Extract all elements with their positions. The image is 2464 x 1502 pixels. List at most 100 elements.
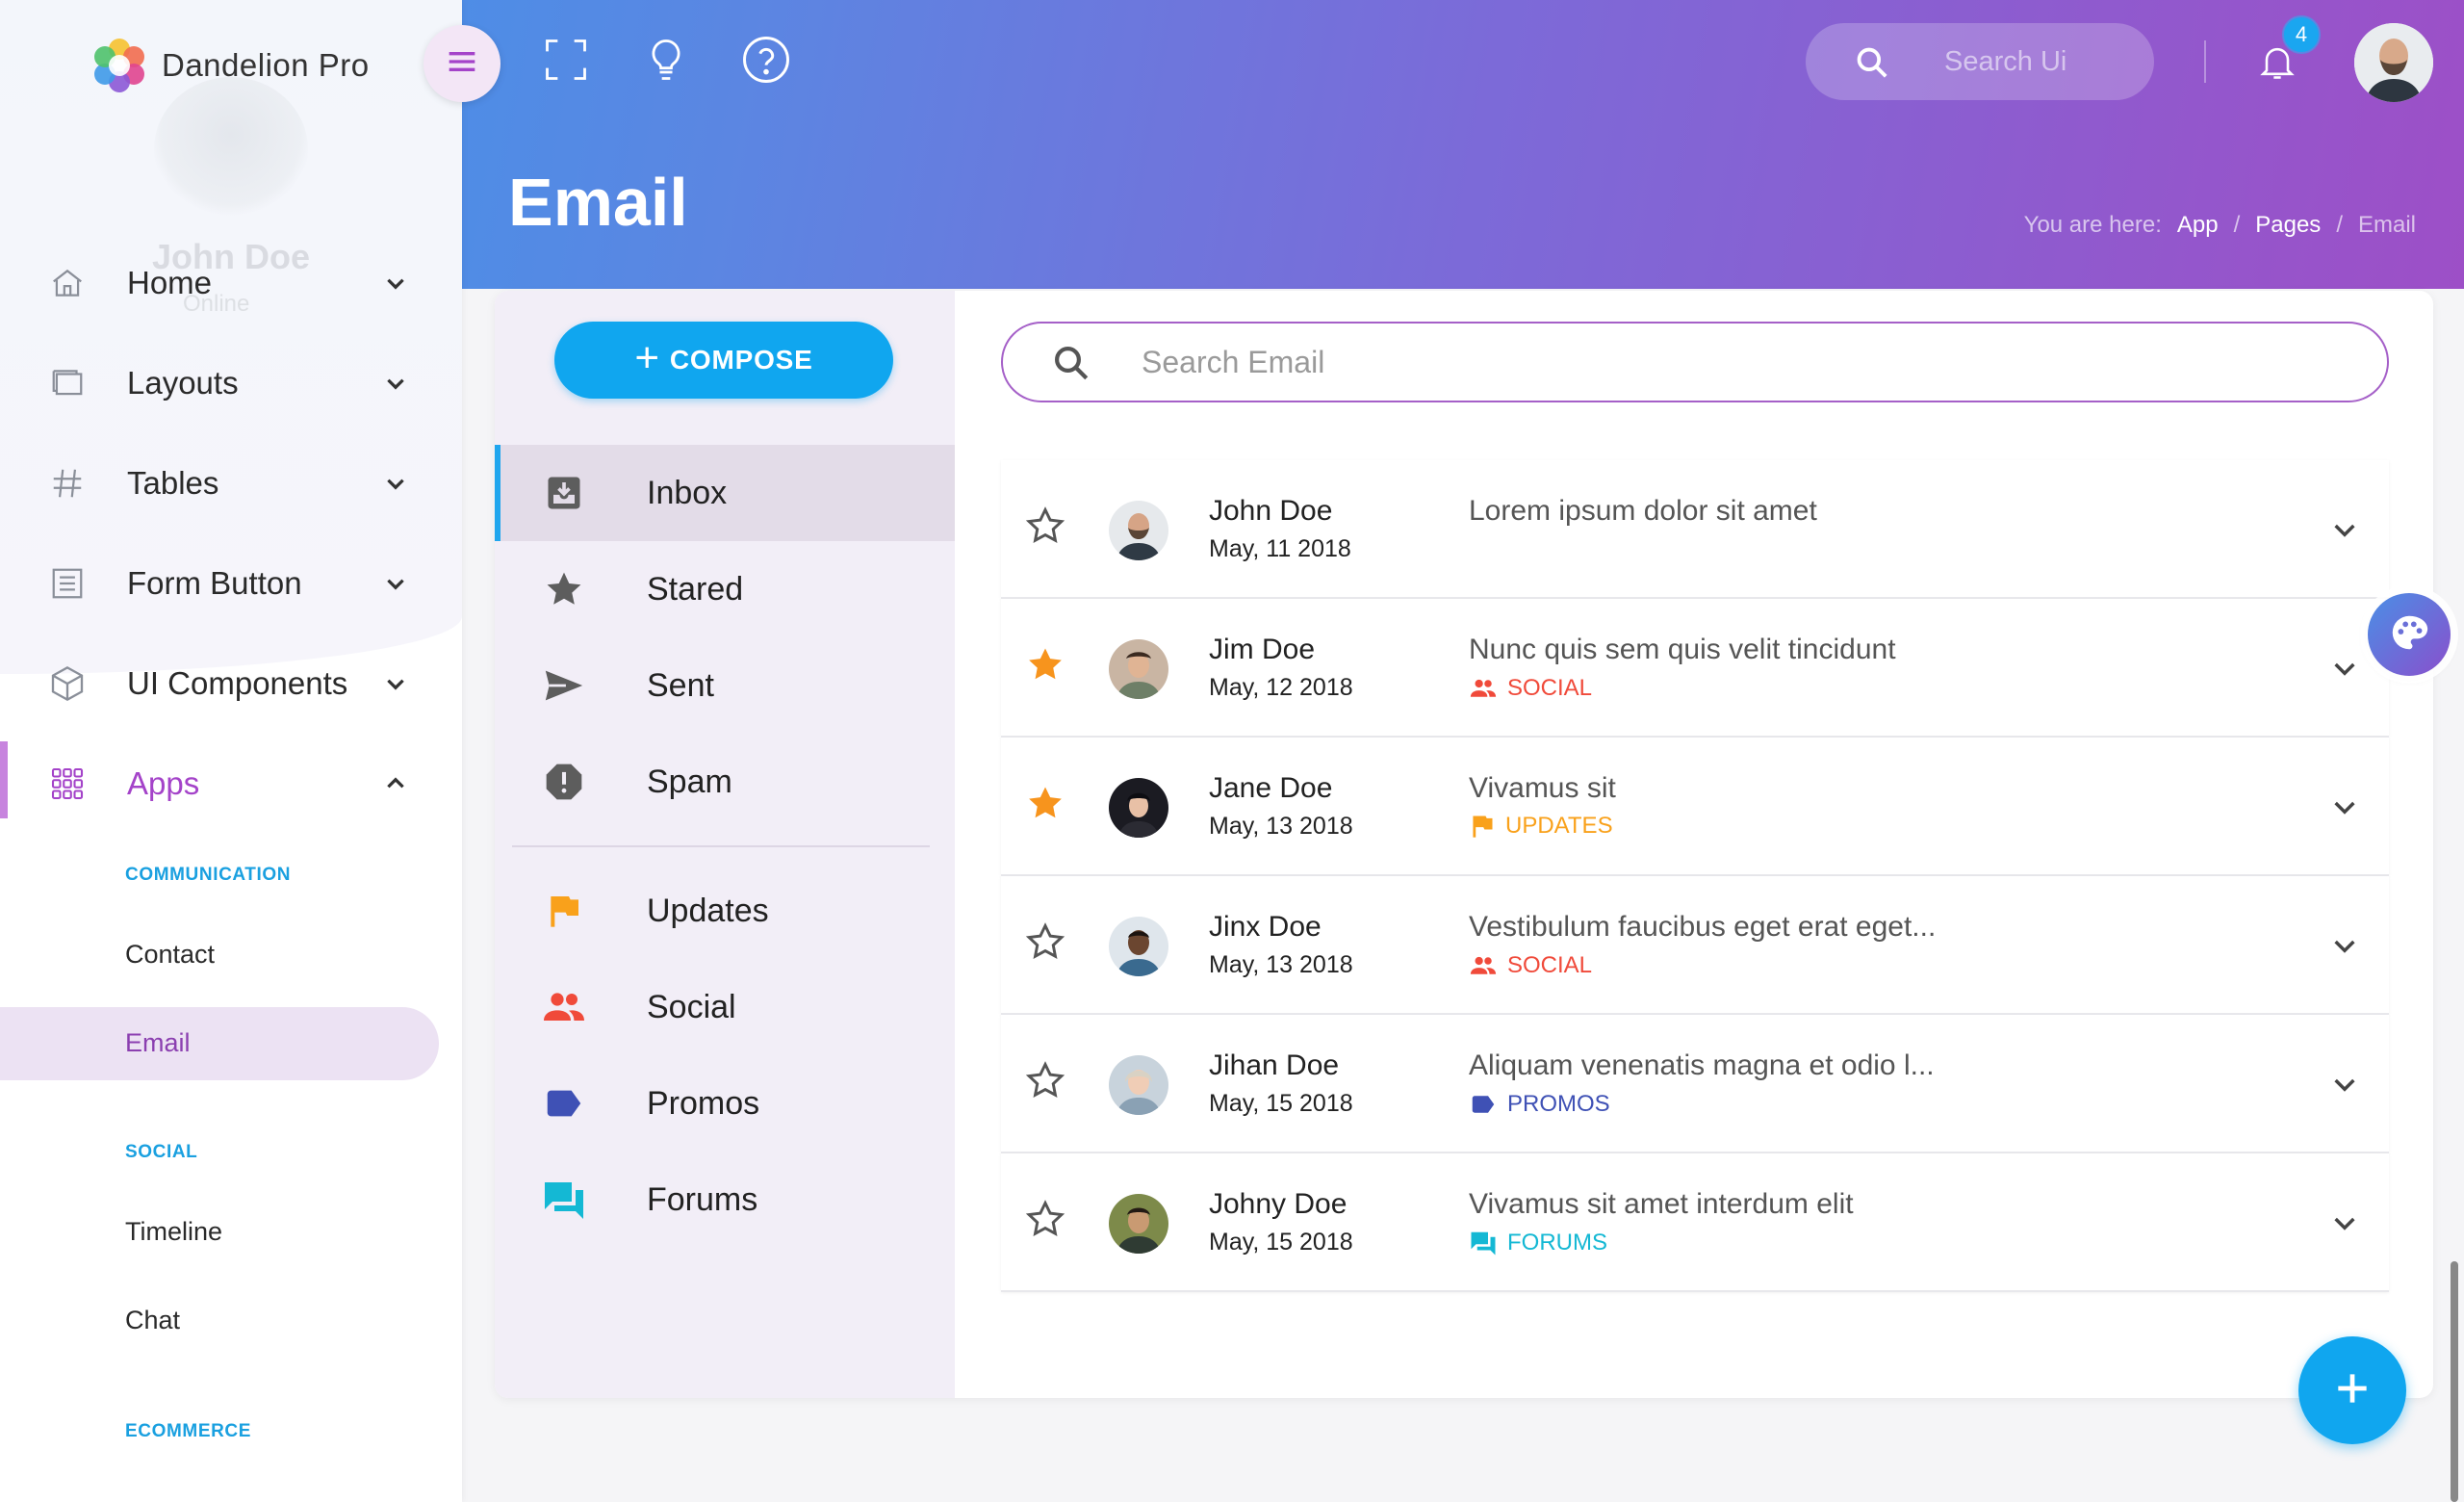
apps-grid-icon [48,764,87,803]
avatar [1109,1055,1168,1115]
lightbulb-icon [641,35,691,90]
folder-label: Inbox [647,474,728,511]
expand-chevron-icon[interactable] [2329,930,2360,961]
sidebar-item-form-button[interactable]: Form Button [0,545,462,622]
palette-icon [2387,610,2431,660]
folder-spam[interactable]: Spam [495,734,955,830]
people-icon [537,980,591,1034]
folder-inbox[interactable]: Inbox [495,445,955,541]
sidebar-item-layouts[interactable]: Layouts [0,345,462,422]
menu-toggle-button[interactable] [424,25,500,102]
list-icon [48,564,87,603]
email-search[interactable]: Search Email [1001,322,2389,402]
compose-button[interactable]: + COMPOSE [554,322,893,399]
message-row[interactable]: John Doe May, 11 2018 Lorem ipsum dolor … [1001,460,2389,599]
message-subject: Aliquam venenatis magna et odio l... [1469,1049,1935,1081]
message-tag-label: PROMOS [1507,1091,1610,1117]
message-row[interactable]: Jinx Doe May, 13 2018 Vestibulum faucibu… [1001,876,2389,1015]
folder-sent[interactable]: Sent [495,637,955,734]
message-subject: Lorem ipsum dolor sit amet [1469,495,1817,527]
message-row[interactable]: Johny Doe May, 15 2018 Vivamus sit amet … [1001,1153,2389,1292]
global-search-input[interactable]: Search Ui [1944,46,2066,78]
message-sender: Jane Doe [1209,772,1333,804]
sidebar-item-label: Home [127,265,213,300]
sidebar-item-ui-components[interactable]: UI Components [0,645,462,722]
sidebar-subitem-chat[interactable]: Chat [125,1306,180,1335]
plus-icon: + [634,334,660,381]
folder-stared[interactable]: Stared [495,541,955,637]
sidebar: Dandelion Pro John Doe Online Home Layou… [0,0,462,1502]
folder-label: Stared [647,570,744,608]
chevron-up-icon [381,769,410,798]
fullscreen-button[interactable] [539,35,593,89]
star-outline-icon[interactable] [1024,505,1074,555]
breadcrumb-app[interactable]: App [2177,212,2219,239]
message-sender: Jihan Doe [1209,1049,1340,1081]
message-subject: Nunc quis sem quis velit tincidunt [1469,634,1896,665]
inbox-icon [537,466,591,520]
expand-chevron-icon[interactable] [2329,653,2360,684]
label-forums[interactable]: Forums [495,1152,955,1248]
folder-pane: + COMPOSE Inbox Stared Sent Spam Updates… [495,291,955,1398]
layouts-icon [48,364,87,402]
sidebar-subitem-timeline[interactable]: Timeline [125,1217,222,1247]
message-tag-label: SOCIAL [1507,675,1593,701]
avatar [1109,639,1168,699]
message-date: May, 12 2018 [1209,674,1353,701]
sidebar-subitem-contact[interactable]: Contact [125,940,215,970]
section-heading-social: SOCIAL [125,1142,198,1162]
help-circle-icon [740,34,792,91]
expand-chevron-icon[interactable] [2329,791,2360,822]
breadcrumb-pages[interactable]: Pages [2255,212,2321,239]
star-outline-icon[interactable] [1024,1198,1074,1248]
message-tag-label: UPDATES [1505,813,1613,839]
star-filled-icon[interactable] [1024,782,1074,832]
star-icon [537,562,591,616]
star-outline-icon[interactable] [1024,920,1074,971]
sidebar-subitem-email[interactable]: Email [125,1028,191,1058]
sidebar-item-label: Form Button [127,565,302,601]
message-subject: Vivamus sit [1469,772,1616,804]
hamburger-icon [443,42,481,86]
message-row[interactable]: Jane Doe May, 13 2018 Vivamus sit UPDATE… [1001,738,2389,876]
theme-toggle-button[interactable] [639,35,693,89]
page-scrollbar[interactable] [2451,1261,2458,1502]
star-filled-icon[interactable] [1024,643,1074,693]
breadcrumb-current: Email [2357,212,2416,238]
help-button[interactable] [739,35,793,89]
page-title: Email [508,165,688,240]
email-search-input[interactable]: Search Email [1142,345,1324,380]
sidebar-item-home[interactable]: Home [0,245,462,322]
folder-label: Social [647,988,736,1025]
expand-chevron-icon[interactable] [2329,514,2360,545]
label-promos[interactable]: Promos [495,1055,955,1152]
label-social[interactable]: Social [495,959,955,1055]
folder-label: Updates [647,892,769,929]
breadcrumb-separator: / [2233,212,2241,238]
theme-palette-button[interactable] [2368,593,2451,676]
plus-icon [2331,1367,2374,1414]
user-avatar[interactable] [2354,23,2433,102]
folder-divider [512,845,930,847]
avatar [1109,778,1168,838]
global-search[interactable]: Search Ui [1806,23,2154,100]
folder-label: Promos [647,1084,760,1122]
message-row[interactable]: Jim Doe May, 12 2018 Nunc quis sem quis … [1001,599,2389,738]
star-outline-icon[interactable] [1024,1059,1074,1109]
chevron-down-icon [381,269,410,298]
dandelion-logo-icon [90,37,148,94]
sidebar-item-apps[interactable]: Apps [0,745,462,822]
message-row[interactable]: Jihan Doe May, 15 2018 Aliquam venenatis… [1001,1015,2389,1153]
breadcrumb-separator: / [2336,212,2343,238]
message-date: May, 11 2018 [1209,535,1351,562]
add-fab-button[interactable] [2298,1336,2406,1444]
compose-label: COMPOSE [669,345,813,375]
label-updates[interactable]: Updates [495,863,955,959]
sidebar-item-tables[interactable]: Tables [0,445,462,522]
people-icon [1470,956,1497,974]
message-sender: Jinx Doe [1209,911,1322,943]
message-date: May, 15 2018 [1209,1229,1353,1256]
chevron-down-icon [381,369,410,398]
expand-chevron-icon[interactable] [2329,1069,2360,1100]
expand-chevron-icon[interactable] [2329,1207,2360,1238]
